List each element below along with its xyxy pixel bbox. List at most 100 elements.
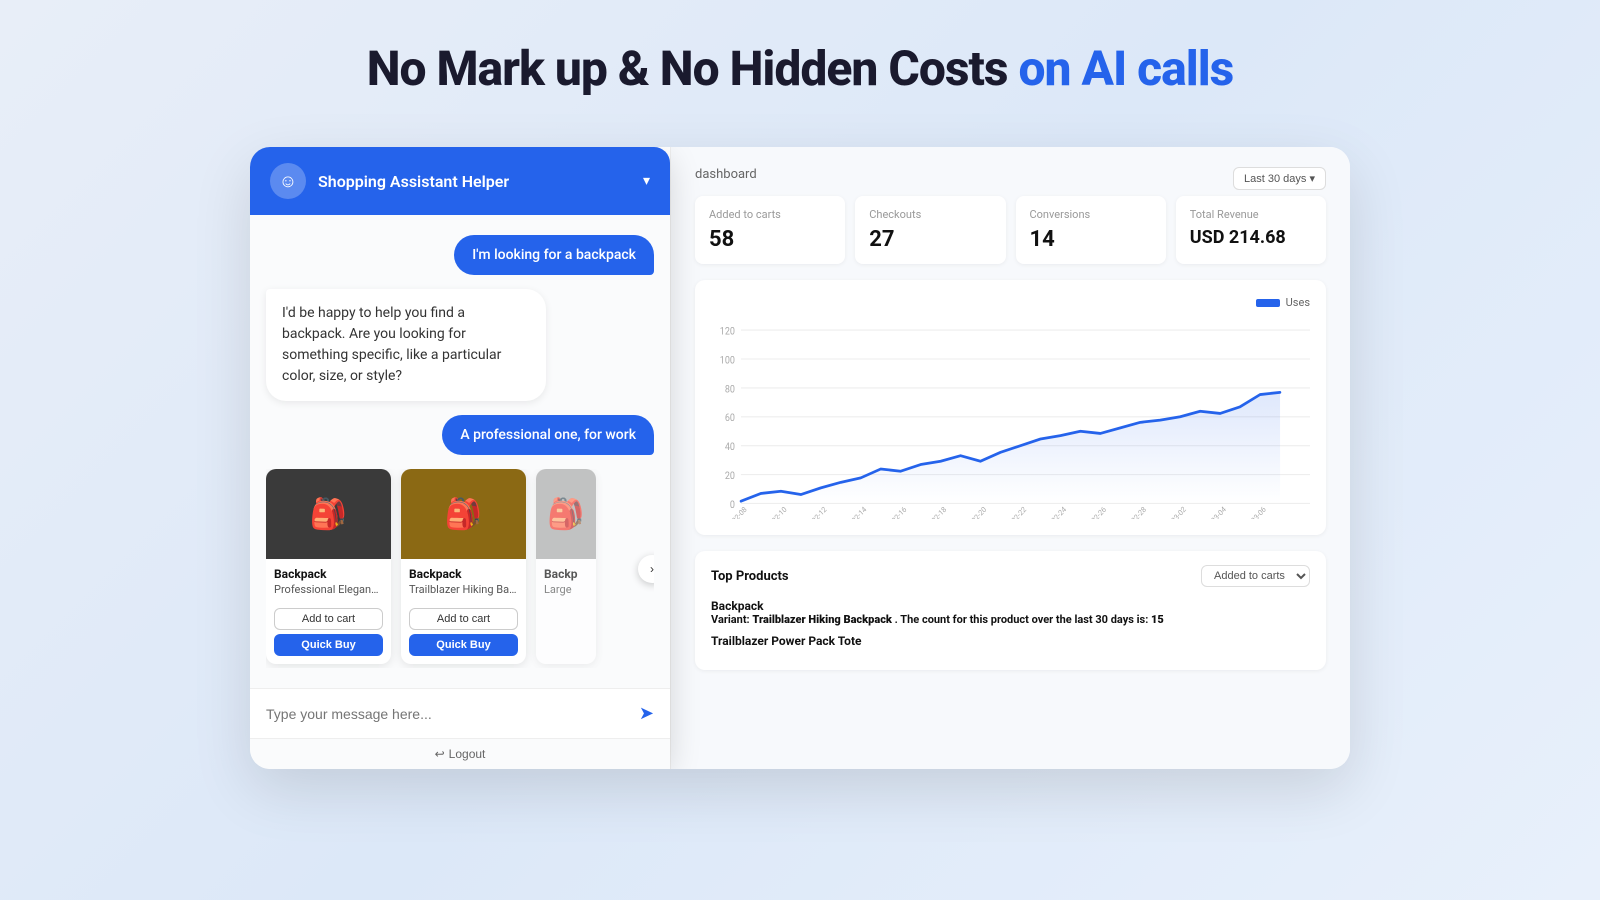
product-name-1: Backpack (274, 567, 383, 581)
quick-buy-button-2[interactable]: Quick Buy (409, 634, 518, 656)
svg-text:02-22: 02-22 (1010, 505, 1028, 519)
stat-value-1: 27 (869, 227, 991, 252)
headline-part1: No Mark up & No Hidden Costs (367, 40, 1008, 97)
svg-text:40: 40 (725, 442, 735, 454)
date-range-selector[interactable]: Last 30 days ▾ (1233, 167, 1326, 190)
product-image-3: 🎒 (536, 469, 596, 559)
user-message-2: A professional one, for work (442, 415, 654, 455)
dashboard-panel: dashboard Last 30 days ▾ Added to carts … (670, 147, 1350, 769)
stat-label-3: Total Revenue (1190, 208, 1312, 221)
top-product-name-1: Trailblazer Power Pack Tote (711, 634, 1310, 648)
svg-text:20: 20 (725, 471, 735, 483)
svg-text:02-26: 02-26 (1089, 505, 1107, 519)
chart-container: Uses 0 20 40 60 80 (695, 280, 1326, 535)
quick-buy-button-1[interactable]: Quick Buy (274, 634, 383, 656)
svg-text:02-20: 02-20 (970, 505, 988, 519)
chart-svg: 0 20 40 60 80 100 120 (711, 319, 1310, 519)
svg-text:03-02: 03-02 (1169, 505, 1187, 519)
stat-card-3: Total Revenue USD 214.68 (1176, 196, 1326, 264)
svg-text:02-10: 02-10 (770, 505, 788, 519)
dashboard-title: dashboard (695, 167, 1326, 182)
svg-text:02-12: 02-12 (810, 505, 828, 519)
chat-input-area: ➤ (250, 688, 670, 738)
logout-button[interactable]: ↩ Logout (435, 747, 486, 761)
top-products-header: Top Products Added to carts (711, 565, 1310, 587)
add-to-cart-button-1[interactable]: Add to cart (274, 608, 383, 630)
svg-text:02-14: 02-14 (850, 505, 868, 519)
chat-avatar-icon: ☺ (270, 163, 306, 199)
stat-card-1: Checkouts 27 (855, 196, 1005, 264)
stat-card-2: Conversions 14 (1016, 196, 1166, 264)
product-card-2: 🎒 Backpack Trailblazer Hiking Backpa... … (401, 469, 526, 664)
page-headline: No Mark up & No Hidden Costs on AI calls (367, 40, 1234, 97)
add-to-cart-button-2[interactable]: Add to cart (409, 608, 518, 630)
send-button[interactable]: ➤ (639, 703, 654, 724)
top-product-item-0: Backpack Variant: Trailblazer Hiking Bac… (711, 599, 1310, 626)
product-variant-1: Professional Elegance W... (274, 583, 383, 596)
product-name-2: Backpack (409, 567, 518, 581)
svg-text:03-06: 03-06 (1249, 505, 1267, 519)
product-actions-2: Add to cart Quick Buy (401, 604, 526, 664)
bot-message-1: I'd be happy to help you find a backpack… (266, 289, 654, 401)
variant-value-0: Trailblazer Hiking Backpack (752, 613, 892, 626)
chat-header: ☺ Shopping Assistant Helper ▾ (250, 147, 670, 215)
count-value-0: 15 (1151, 613, 1164, 626)
chat-input[interactable] (266, 706, 629, 722)
chat-panel: ☺ Shopping Assistant Helper ▾ I'm lookin… (250, 147, 670, 769)
top-product-item-1: Trailblazer Power Pack Tote (711, 634, 1310, 648)
svg-text:02-24: 02-24 (1050, 505, 1068, 519)
user-bubble-2: A professional one, for work (442, 415, 654, 455)
product-card-3: 🎒 Backp Large (536, 469, 596, 664)
product-info-3: Backp Large (536, 559, 596, 604)
top-products-section: Top Products Added to carts Backpack Var… (695, 551, 1326, 670)
stat-value-0: 58 (709, 227, 831, 252)
date-range-button[interactable]: Last 30 days ▾ (1233, 167, 1326, 190)
stat-label-2: Conversions (1030, 208, 1152, 221)
chart-area: 0 20 40 60 80 100 120 (711, 319, 1310, 519)
svg-text:0: 0 (730, 499, 735, 511)
carousel-next-button[interactable]: › (638, 555, 654, 583)
top-products-filter[interactable]: Added to carts (1201, 565, 1310, 587)
chat-header-left: ☺ Shopping Assistant Helper (270, 163, 509, 199)
product-actions-1: Add to cart Quick Buy (266, 604, 391, 664)
product-info-2: Backpack Trailblazer Hiking Backpa... (401, 559, 526, 604)
stat-label-1: Checkouts (869, 208, 991, 221)
stat-label-0: Added to carts (709, 208, 831, 221)
chat-messages-area: I'm looking for a backpack I'd be happy … (250, 215, 670, 688)
logout-icon: ↩ (435, 747, 445, 761)
svg-text:02-18: 02-18 (930, 505, 948, 519)
chart-legend: Uses (711, 296, 1310, 309)
user-bubble-1: I'm looking for a backpack (454, 235, 654, 275)
top-product-variant-0: Variant: Trailblazer Hiking Backpack . T… (711, 613, 1310, 626)
stats-row: Added to carts 58 Checkouts 27 Conversio… (695, 196, 1326, 264)
svg-text:03-04: 03-04 (1209, 505, 1227, 519)
product-card-1: 🎒 Backpack Professional Elegance W... Ad… (266, 469, 391, 664)
product-info-1: Backpack Professional Elegance W... (266, 559, 391, 604)
count-label-0: . The count for this product over the la… (895, 613, 1151, 626)
svg-text:80: 80 (725, 384, 735, 396)
svg-text:02-16: 02-16 (890, 505, 908, 519)
top-products-title: Top Products (711, 569, 789, 584)
stat-value-2: 14 (1030, 227, 1152, 252)
send-icon: ➤ (639, 703, 654, 723)
stat-value-3: USD 214.68 (1190, 227, 1312, 248)
ui-container: ☺ Shopping Assistant Helper ▾ I'm lookin… (250, 147, 1350, 769)
product-image-1: 🎒 (266, 469, 391, 559)
product-variant-2: Trailblazer Hiking Backpa... (409, 583, 518, 596)
logout-label: Logout (449, 747, 486, 761)
product-variant-3: Large (544, 583, 588, 596)
product-name-3: Backp (544, 567, 588, 581)
product-carousel: 🎒 Backpack Professional Elegance W... Ad… (266, 469, 654, 668)
top-product-name-0: Backpack (711, 599, 1310, 613)
stat-card-0: Added to carts 58 (695, 196, 845, 264)
user-message-1: I'm looking for a backpack (454, 235, 654, 275)
legend-color-dot (1256, 299, 1280, 307)
chart-legend-label: Uses (1286, 296, 1310, 309)
chevron-down-icon[interactable]: ▾ (643, 173, 650, 189)
headline-accent: on AI calls (1018, 40, 1233, 97)
svg-text:100: 100 (720, 355, 735, 367)
chat-title: Shopping Assistant Helper (318, 172, 509, 191)
product-image-2: 🎒 (401, 469, 526, 559)
svg-text:120: 120 (720, 326, 735, 338)
logout-area: ↩ Logout (250, 738, 670, 769)
